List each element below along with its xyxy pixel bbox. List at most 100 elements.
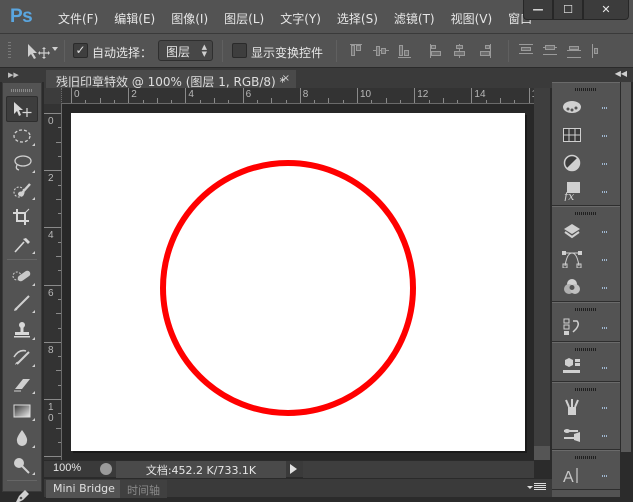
- panel-menu-icon[interactable]: [534, 483, 546, 491]
- minimize-button[interactable]: —: [523, 0, 553, 20]
- spot-healing-brush-tool[interactable]: [6, 263, 38, 289]
- menu-layer[interactable]: 图层(L): [216, 10, 272, 27]
- history-panel-button[interactable]: [552, 313, 620, 341]
- menu-image[interactable]: 图像(I): [163, 10, 216, 27]
- eraser-tool[interactable]: [6, 371, 38, 397]
- distribute-bottom-icon[interactable]: [565, 44, 589, 58]
- crop-icon: [13, 208, 30, 225]
- ruler-tick: [128, 88, 130, 103]
- adjustments-panel-button[interactable]: [552, 149, 620, 177]
- panel-label: [602, 475, 608, 477]
- panel-label: [602, 287, 608, 289]
- panel-group-grip[interactable]: [575, 388, 597, 391]
- eyedropper-tool[interactable]: [6, 231, 38, 257]
- dodge-tool[interactable]: [6, 452, 38, 478]
- distribute-top-icon[interactable]: [517, 44, 541, 58]
- share-icon[interactable]: [100, 463, 112, 475]
- tool-preset-picker[interactable]: [26, 42, 56, 60]
- auto-select-target-dropdown[interactable]: 图层 ▲ ▼: [158, 40, 213, 61]
- auto-select-checkbox[interactable]: ✓: [73, 43, 88, 58]
- document-size-info: 文档:452.2 K/733.1K: [116, 461, 286, 478]
- blur-tool[interactable]: [6, 425, 38, 451]
- minimize-icon: —: [532, 3, 544, 16]
- menu-file[interactable]: 文件(F): [50, 10, 106, 27]
- panel-group-grip[interactable]: [575, 348, 597, 351]
- color-panel-button[interactable]: [552, 93, 620, 121]
- zoom-level-field[interactable]: 100%: [53, 462, 81, 474]
- vertical-scrollbar[interactable]: [534, 88, 550, 460]
- pen-tool[interactable]: [6, 484, 38, 502]
- paths-panel-button[interactable]: [552, 245, 620, 273]
- elliptical-marquee-tool[interactable]: [6, 123, 38, 149]
- document-canvas[interactable]: [71, 113, 525, 451]
- auto-select-label: 自动选择：: [92, 46, 153, 60]
- panel-group-grip[interactable]: [575, 212, 597, 215]
- tab-timeline[interactable]: 时间轴: [120, 480, 167, 498]
- styles-panel-button[interactable]: fx: [552, 177, 620, 205]
- character-panel-button[interactable]: A: [552, 461, 620, 489]
- ruler-label: 6: [48, 287, 54, 299]
- horizontal-ruler[interactable]: 024681012141: [62, 88, 534, 104]
- close-tab-icon[interactable]: ×: [282, 73, 290, 84]
- panel-group-grip[interactable]: [575, 88, 597, 91]
- quick-selection-icon: [13, 183, 31, 198]
- ruler-tick: [471, 88, 473, 103]
- maximize-icon: ☐: [563, 3, 573, 16]
- dock-scrollbar-thumb[interactable]: [621, 82, 631, 452]
- lasso-tool[interactable]: [6, 150, 38, 176]
- swatches-panel-button[interactable]: [552, 121, 620, 149]
- toolbox-grip[interactable]: [11, 89, 33, 92]
- options-bar-grip[interactable]: [8, 42, 11, 60]
- history-brush-tool[interactable]: [6, 344, 38, 370]
- ruler-label: 4: [48, 230, 54, 242]
- brush-presets-panel-button[interactable]: [552, 393, 620, 421]
- panel-group-grip[interactable]: [575, 456, 597, 459]
- 3d-panel-button[interactable]: [552, 353, 620, 381]
- align-buttons: [347, 44, 499, 58]
- ruler-label: 8: [48, 344, 54, 356]
- panel-group-character: A: [552, 450, 620, 490]
- align-bottom-edges-icon[interactable]: [395, 44, 419, 58]
- vertical-ruler[interactable]: 024681 01: [44, 104, 62, 460]
- history-brush-icon: [13, 349, 30, 365]
- move-tool[interactable]: [6, 96, 38, 122]
- quick-selection-tool[interactable]: [6, 177, 38, 203]
- horizontal-scrollbar[interactable]: [303, 461, 534, 478]
- channels-panel-button[interactable]: [552, 273, 620, 301]
- clone-stamp-tool[interactable]: [6, 317, 38, 343]
- brush-panel-button[interactable]: [552, 421, 620, 449]
- align-vertical-centers-icon[interactable]: [371, 44, 395, 58]
- brush-tool[interactable]: [6, 290, 38, 316]
- align-horizontal-centers-icon[interactable]: [451, 44, 475, 58]
- canvas-artwork: [160, 160, 416, 416]
- close-icon: ✕: [601, 3, 611, 16]
- status-menu-arrow-icon[interactable]: [290, 464, 297, 474]
- close-button[interactable]: ✕: [583, 0, 629, 20]
- menu-edit[interactable]: 编辑(E): [106, 10, 163, 27]
- distribute-left-icon[interactable]: [589, 44, 613, 58]
- water-drop-icon: [16, 430, 28, 446]
- chevron-down-icon: [527, 486, 533, 489]
- dock-scrollbar[interactable]: [620, 82, 633, 497]
- gradient-tool[interactable]: [6, 398, 38, 424]
- toolbox-collapse-button[interactable]: ▶▶: [0, 68, 44, 82]
- document-tab[interactable]: 残旧印章特效 @ 100% (图层 1, RGB/8) * ×: [46, 70, 296, 90]
- double-chevron-left-icon[interactable]: ◀◀: [615, 69, 627, 78]
- menu-type[interactable]: 文字(Y): [272, 10, 329, 27]
- align-top-edges-icon[interactable]: [347, 44, 371, 58]
- crop-tool[interactable]: [6, 204, 38, 230]
- maximize-button[interactable]: ☐: [553, 0, 583, 20]
- layers-panel-button[interactable]: [552, 217, 620, 245]
- show-transform-controls-checkbox[interactable]: [232, 43, 247, 58]
- tab-mini-bridge[interactable]: Mini Bridge: [46, 480, 122, 498]
- distribute-vertical-centers-icon[interactable]: [541, 44, 565, 58]
- chevron-down-icon[interactable]: [52, 47, 58, 51]
- menu-view[interactable]: 视图(V): [443, 10, 501, 27]
- toolbox-divider: [7, 480, 37, 481]
- panel-group-grip[interactable]: [575, 308, 597, 311]
- align-right-edges-icon[interactable]: [475, 44, 499, 58]
- menu-filter[interactable]: 滤镜(T): [386, 10, 443, 27]
- menu-select[interactable]: 选择(S): [329, 10, 386, 27]
- align-left-edges-icon[interactable]: [427, 44, 451, 58]
- ruler-origin[interactable]: [44, 88, 62, 104]
